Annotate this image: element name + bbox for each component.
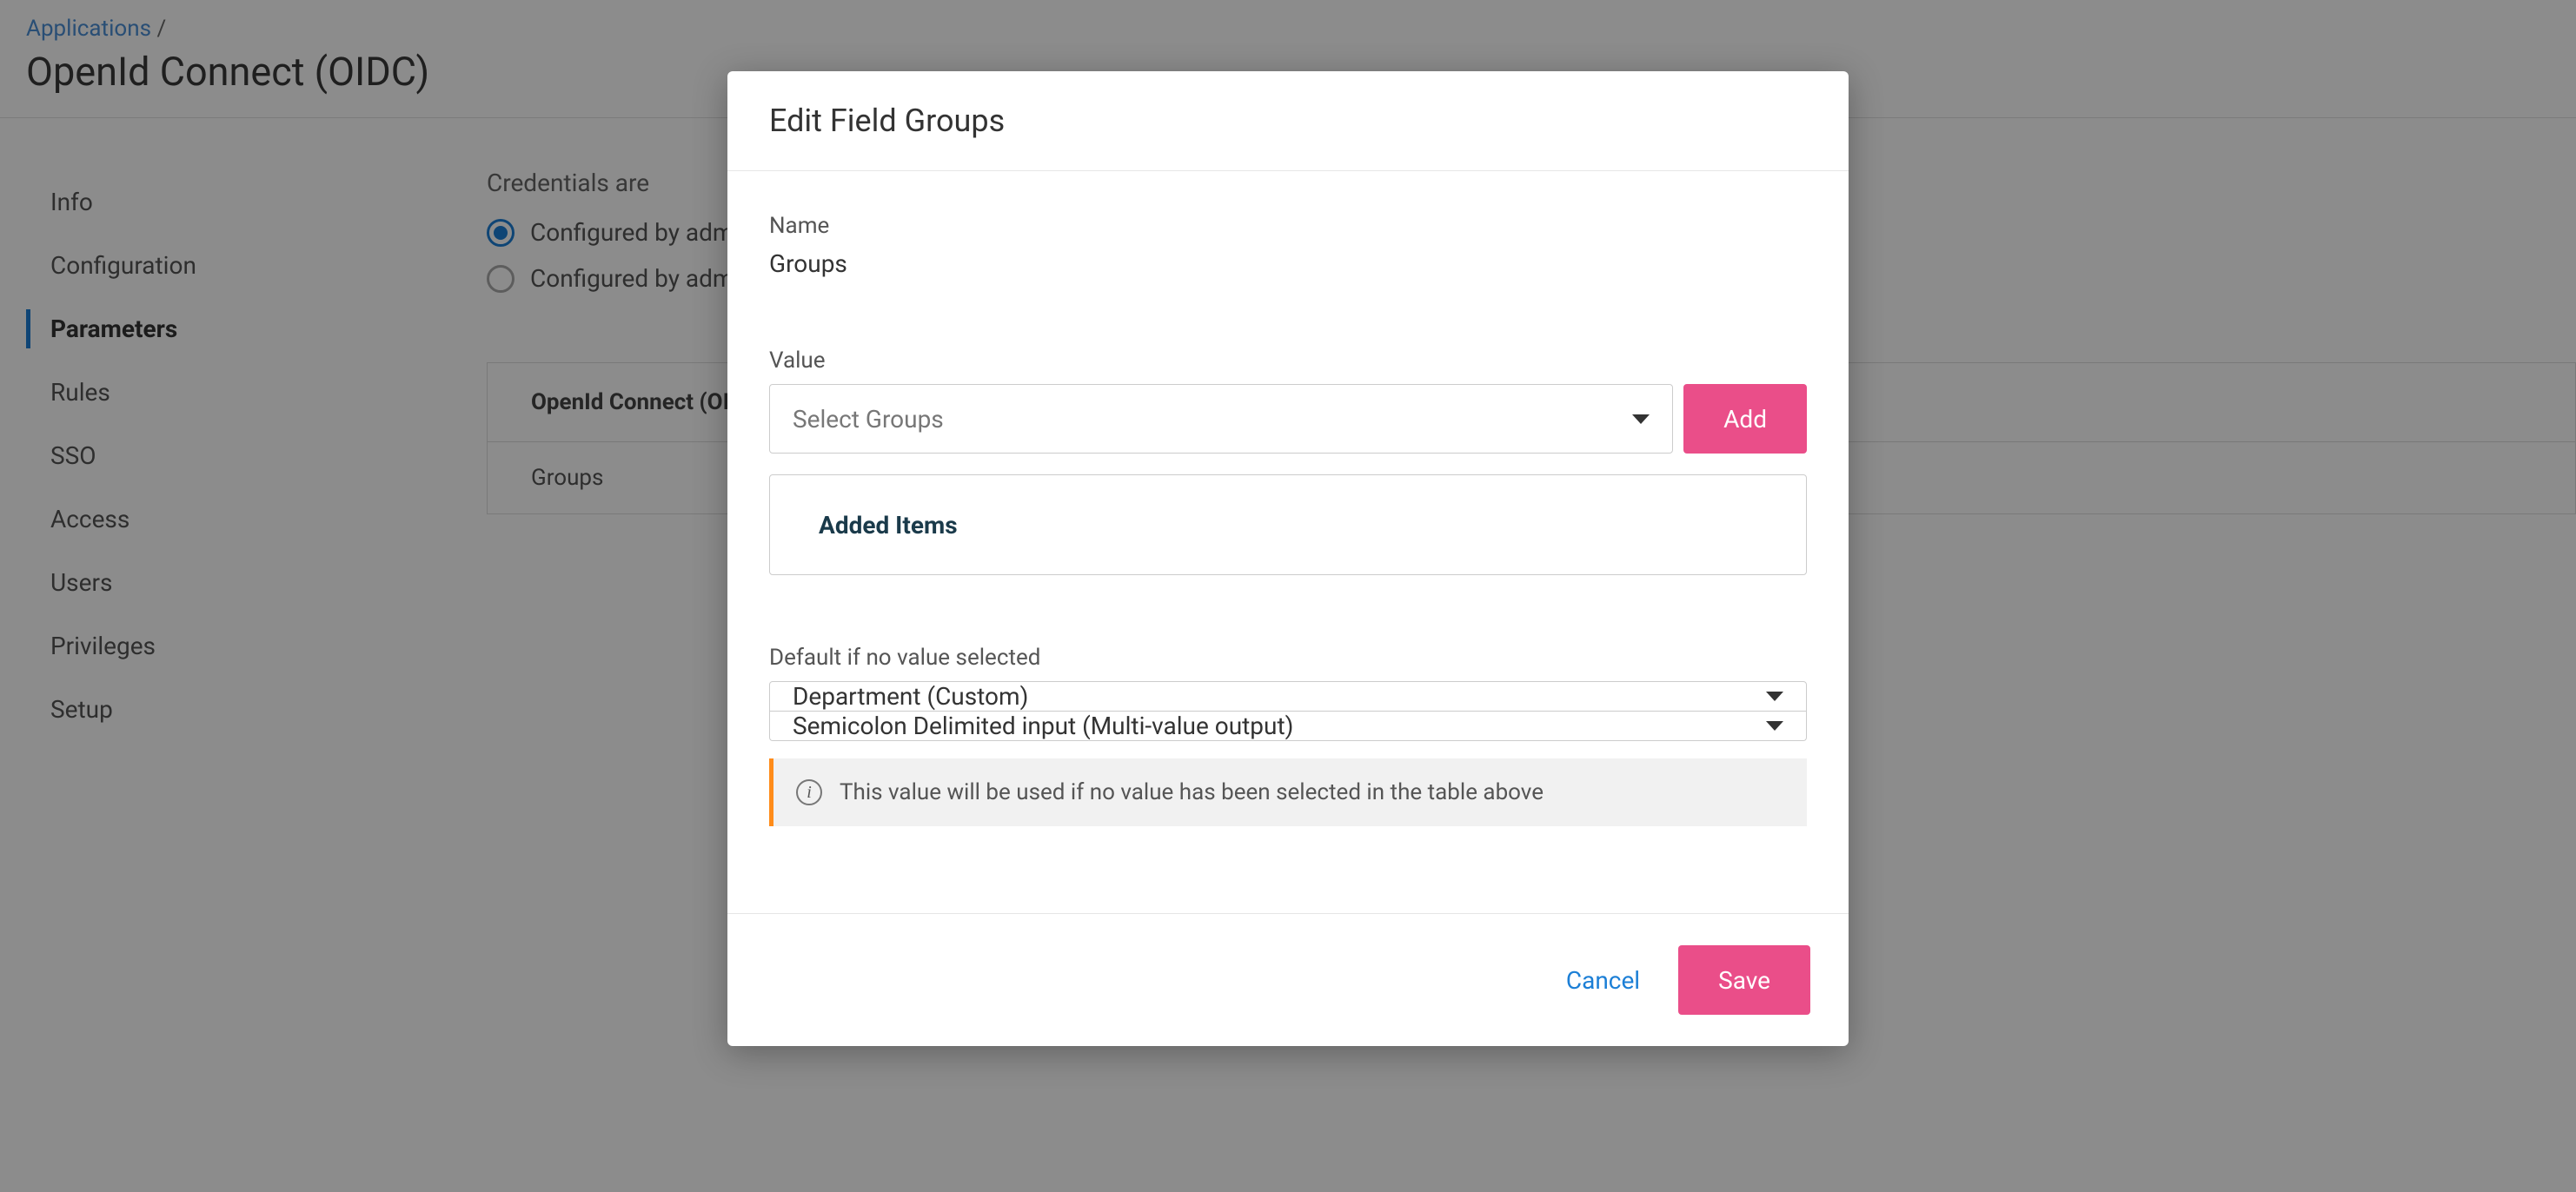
info-icon: i <box>796 779 822 805</box>
modal-footer: Cancel Save <box>727 913 1849 1046</box>
default-select-2-value: Semicolon Delimited input (Multi-value o… <box>793 712 1293 740</box>
name-value: Groups <box>769 249 1807 278</box>
value-label: Value <box>769 348 1807 374</box>
info-banner: i This value will be used if no value ha… <box>769 758 1807 826</box>
save-button[interactable]: Save <box>1678 945 1810 1015</box>
default-select-1[interactable]: Department (Custom) <box>769 681 1807 712</box>
added-items-label: Added Items <box>819 511 958 540</box>
default-label: Default if no value selected <box>769 645 1807 671</box>
default-select-2[interactable]: Semicolon Delimited input (Multi-value o… <box>769 712 1807 741</box>
default-select-1-value: Department (Custom) <box>793 682 1028 711</box>
add-button[interactable]: Add <box>1683 384 1807 454</box>
edit-field-groups-modal: Edit Field Groups Name Groups Value Sele… <box>727 71 1849 1046</box>
chevron-down-icon <box>1766 692 1783 701</box>
info-text: This value will be used if no value has … <box>840 779 1544 805</box>
added-items-box: Added Items <box>769 474 1807 575</box>
modal-body: Name Groups Value Select Groups Add Adde… <box>727 171 1849 913</box>
modal-header: Edit Field Groups <box>727 71 1849 171</box>
value-select[interactable]: Select Groups <box>769 384 1673 454</box>
chevron-down-icon <box>1766 721 1783 731</box>
value-select-placeholder: Select Groups <box>793 405 944 434</box>
modal-title: Edit Field Groups <box>769 103 1807 139</box>
cancel-button[interactable]: Cancel <box>1566 966 1640 995</box>
chevron-down-icon <box>1632 414 1650 424</box>
name-label: Name <box>769 213 1807 239</box>
